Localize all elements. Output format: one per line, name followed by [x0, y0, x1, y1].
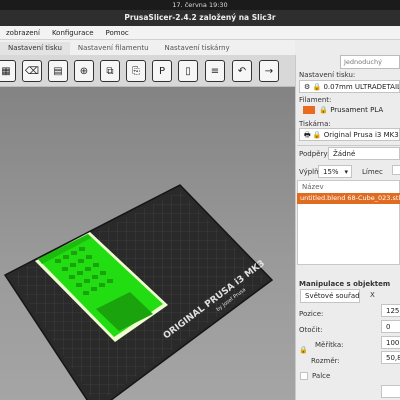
- scale-x-input[interactable]: 100: [381, 336, 400, 349]
- axis-x-label: X: [370, 291, 375, 299]
- slice-button[interactable]: [381, 385, 400, 398]
- chevron-down-icon: ▾: [344, 168, 348, 176]
- lock-icon: 🔒: [319, 106, 328, 114]
- filament-combo[interactable]: 🔒 Prusament PLA: [299, 104, 400, 117]
- clock[interactable]: 17. června 19:30: [172, 1, 227, 9]
- window-title: PrusaSlicer-2.4.2 založený na Slic3r: [0, 10, 400, 26]
- instance-add-icon[interactable]: P: [152, 60, 172, 82]
- add-icon[interactable]: ▦: [0, 60, 16, 82]
- infill-combo[interactable]: 15% ▾: [318, 165, 352, 178]
- menu-help[interactable]: Pomoc: [100, 29, 135, 37]
- object-list-item[interactable]: untitled.blend 68-Cube_023.stl: [297, 193, 400, 204]
- supports-combo[interactable]: Žádné: [328, 147, 400, 160]
- position-x-input[interactable]: 125: [381, 304, 400, 317]
- menu-view[interactable]: zobrazení: [0, 29, 46, 37]
- print-settings-label: Nastavení tisku:: [299, 71, 356, 79]
- lock-icon: 🔒: [312, 83, 322, 91]
- object-list-header: Název: [302, 183, 324, 191]
- 3d-viewport[interactable]: ▦ ⌫ ▤ ⊕ ⧉ ⎘ P ▯ ≡ ↶ → ORIGINAL PRUSA i3 …: [0, 55, 295, 400]
- printer-label: Tiskárna:: [299, 120, 331, 128]
- tab-filament-settings[interactable]: Nastavení filamentu: [70, 42, 157, 55]
- scale-label: Měřítka:: [315, 341, 344, 349]
- redo-icon[interactable]: →: [259, 60, 279, 82]
- system-top-bar: 17. června 19:30: [0, 0, 400, 10]
- size-x-input[interactable]: 50,81: [381, 351, 400, 364]
- coordinates-combo[interactable]: Světové souřadnice: [300, 289, 360, 303]
- filament-color-swatch[interactable]: [303, 106, 315, 114]
- position-label: Pozice:: [299, 310, 324, 318]
- menu-configuration[interactable]: Konfigurace: [46, 29, 100, 37]
- tab-bar: Nastavení tisku Nastavení filamentu Nast…: [0, 40, 295, 55]
- paste-icon[interactable]: ⎘: [126, 60, 146, 82]
- instance-remove-icon[interactable]: ▯: [178, 60, 198, 82]
- gear-icon: ⚙: [304, 83, 311, 91]
- delete-all-icon[interactable]: ▤: [48, 60, 68, 82]
- tab-print-settings[interactable]: Nastavení tisku: [0, 42, 70, 55]
- arrange-icon[interactable]: ⊕: [74, 60, 94, 82]
- tab-printer-settings[interactable]: Nastavení tiskárny: [157, 42, 238, 55]
- split-icon[interactable]: ≡: [205, 60, 225, 82]
- lock-icon: 🔒: [312, 131, 322, 139]
- printer-icon: 🖶: [304, 131, 311, 139]
- brim-check-label: Palce: [312, 372, 331, 380]
- brim-checkbox[interactable]: [392, 165, 400, 175]
- printer-combo[interactable]: 🖶 🔒 Original Prusa i3 MK3S &: [299, 128, 400, 141]
- supports-label: Podpěry:: [299, 150, 330, 158]
- mode-simple-button[interactable]: Jednoduchý: [340, 55, 400, 69]
- filament-label: Filament:: [299, 96, 332, 104]
- copy-icon[interactable]: ⧉: [100, 60, 120, 82]
- print-bed-scene: ORIGINAL PRUSA i3 MK3 by Josef Prusa: [3, 184, 274, 400]
- manipulation-title: Manipulace s objektem: [299, 280, 391, 288]
- delete-icon[interactable]: ⌫: [22, 60, 42, 82]
- rotation-label: Otočit:: [299, 326, 323, 334]
- brim-label: Límec: [362, 168, 383, 176]
- size-label: Rozměr:: [311, 357, 340, 365]
- rotation-x-input[interactable]: 0: [381, 320, 400, 333]
- undo-icon[interactable]: ↶: [232, 60, 252, 82]
- menu-bar: zobrazení Konfigurace Pomoc: [0, 26, 400, 40]
- brim-check[interactable]: [300, 372, 308, 380]
- lock-icon[interactable]: 🔒: [299, 346, 308, 354]
- plater-toolbar: ▦ ⌫ ▤ ⊕ ⧉ ⎘ P ▯ ≡ ↶ →: [0, 55, 295, 87]
- print-settings-combo[interactable]: ⚙ 🔒 0.07mm ULTRADETAIL: [299, 80, 400, 93]
